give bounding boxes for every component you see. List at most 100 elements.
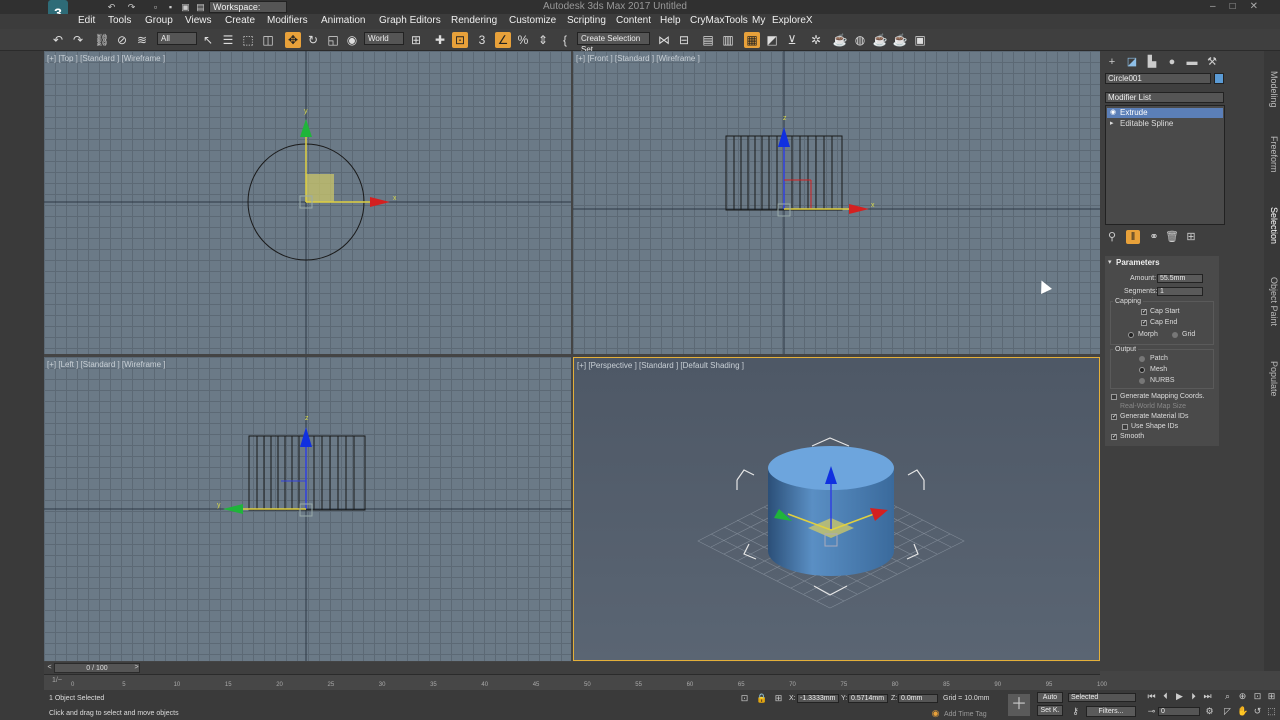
percent-snap-icon[interactable]: % [515,32,531,48]
menu-my[interactable]: My [752,15,765,26]
display-tab-icon[interactable]: ▬ [1185,55,1199,69]
y-coord-field[interactable]: 0.5714mm [848,694,888,703]
menu-modifiers[interactable]: Modifiers [267,15,308,26]
segments-spinner[interactable]: 1 [1157,287,1203,296]
reference-coord-dropdown[interactable]: World [364,32,404,45]
object-color-swatch[interactable] [1214,73,1224,84]
tab-object-paint[interactable]: Object Paint [1265,277,1279,326]
bind-space-warp-icon[interactable]: ≋ [134,32,150,48]
key-icon[interactable]: ⚷ [1070,706,1081,717]
stack-item-extrude[interactable]: ◉ Extrude [1107,108,1223,118]
curve-editor-icon[interactable]: ◩ [764,32,780,48]
morph-radio[interactable] [1128,332,1134,338]
stack-item-editable-spline[interactable]: ▸ Editable Spline [1107,119,1223,129]
angle-snap-icon[interactable]: ∠ [495,32,511,48]
redo-icon[interactable]: ↷ [70,32,86,48]
time-tag-icon[interactable]: ◉ [930,708,941,719]
mesh-radio[interactable] [1139,367,1145,373]
time-slider[interactable]: < 0 / 100 > [44,662,1100,674]
use-shape-ids-checkbox[interactable] [1122,424,1128,430]
layer-explorer-icon[interactable]: ▥ [720,32,736,48]
isolate-selection-icon[interactable]: ⊡ [739,693,750,704]
undo-icon[interactable]: ↶ [50,32,66,48]
rotate-icon[interactable]: ↻ [305,32,321,48]
rect-region-icon[interactable]: ⬚ [240,32,256,48]
auto-key-button[interactable]: Auto [1037,692,1063,703]
align-icon[interactable]: ⊟ [676,32,692,48]
open-file-icon[interactable]: ▪ [165,2,176,12]
motion-tab-icon[interactable]: ● [1165,55,1179,69]
key-mode-toggle-icon[interactable]: ⊸ [1146,706,1157,717]
tab-freeform[interactable]: Freeform [1265,136,1279,173]
orbit-icon[interactable]: ↺ [1252,706,1263,717]
x-coord-field[interactable]: -1.3333mm [797,694,839,703]
unlink-icon[interactable]: ⊘ [114,32,130,48]
named-selection-dropdown[interactable]: Create Selection Set [577,32,650,54]
menu-graph-editors[interactable]: Graph Editors [379,15,441,26]
time-slider-thumb[interactable]: 0 / 100 [54,663,140,673]
key-mode-dropdown[interactable]: Selected [1068,693,1136,702]
zoom-extents-all-icon[interactable]: ⊞ [1266,691,1277,702]
menu-help[interactable]: Help [660,15,681,26]
remove-modifier-icon[interactable]: 🗑 [1165,230,1179,244]
zoom-all-icon[interactable]: ⊕ [1237,691,1248,702]
menu-customize[interactable]: Customize [509,15,556,26]
maxscript-listener-label[interactable]: 1/~ [52,677,62,684]
utilities-tab-icon[interactable]: ⚒ [1205,55,1219,69]
select-manipulate-icon[interactable]: ✚ [432,32,448,48]
material-editor-icon[interactable]: ✲ [808,32,824,48]
nurbs-radio[interactable] [1139,378,1145,384]
mirror-icon[interactable]: ⋈ [656,32,672,48]
modifier-list-dropdown[interactable]: Modifier List [1105,92,1224,103]
pan-icon[interactable]: ✋ [1237,706,1248,717]
goto-end-icon[interactable]: ⏭ [1202,691,1213,702]
show-end-result-icon[interactable]: ‖ [1126,230,1140,244]
next-frame-icon[interactable]: ⏵ [1188,691,1199,702]
new-file-icon[interactable]: ▫ [150,2,161,12]
menu-rendering[interactable]: Rendering [451,15,497,26]
menu-create[interactable]: Create [225,15,255,26]
tab-populate[interactable]: Populate [1265,361,1279,397]
scene-explorer-icon[interactable]: ▤ [700,32,716,48]
menu-animation[interactable]: Animation [321,15,365,26]
selection-filter-dropdown[interactable]: All [157,32,197,45]
render-in-cloud-icon[interactable]: ▣ [912,32,928,48]
hierarchy-tab-icon[interactable]: ▙ [1145,55,1159,69]
gen-mapping-checkbox[interactable] [1111,394,1117,400]
timeline-ruler[interactable]: 0 5 10 15 20 25 30 35 40 45 50 55 60 65 70 75 80 85 90 95 10… [44,674,1107,690]
cap-start-checkbox[interactable]: ✓ [1141,309,1147,315]
undo-icon[interactable]: ↶ [106,2,117,12]
selection-lock-icon[interactable]: 🔒 [756,693,767,704]
project-folder-icon[interactable]: ▤ [195,2,206,12]
time-config-icon[interactable]: ⚙ [1204,706,1215,717]
amount-spinner[interactable]: 55.5mm [1157,274,1203,283]
object-name-field[interactable]: Circle001 [1105,73,1211,84]
modify-tab-icon[interactable]: ◪ [1125,55,1139,69]
tab-selection[interactable]: Selection [1265,207,1279,244]
save-file-icon[interactable]: ▣ [180,2,191,12]
window-crossing-icon[interactable]: ◫ [260,32,276,48]
keyboard-shortcut-icon[interactable]: ⊡ [452,32,468,48]
patch-radio[interactable] [1139,356,1145,362]
expand-arrow-icon[interactable]: ▸ [1110,119,1114,129]
menu-edit[interactable]: Edit [78,15,95,26]
time-next-arrow-icon[interactable]: > [131,662,142,673]
create-tab-icon[interactable]: + [1105,55,1119,69]
cap-end-checkbox[interactable]: ✓ [1141,320,1147,326]
schematic-view-icon[interactable]: ⊻ [784,32,800,48]
render-production-icon[interactable]: ☕ [872,32,888,48]
gen-material-ids-checkbox[interactable]: ✓ [1111,414,1117,420]
pivot-center-icon[interactable]: ⊞ [408,32,424,48]
place-icon[interactable]: ◉ [344,32,360,48]
redo-icon[interactable]: ↷ [126,2,137,12]
current-frame-field[interactable]: 0 [1158,707,1200,716]
set-key-big-icon[interactable]: ＋ [1008,694,1030,716]
render-iterative-icon[interactable]: ☕ [892,32,908,48]
viewport-left[interactable]: [+] [Left ] [Standard ] [Wireframe ] z y [44,357,571,661]
pin-stack-icon[interactable]: ⚲ [1105,230,1119,244]
viewport-perspective[interactable]: [+] [Perspective ] [Standard ] [Default … [573,357,1100,661]
zoom-icon[interactable]: ⌕ [1222,691,1233,702]
configure-modifier-sets-icon[interactable]: ⊞ [1184,230,1198,244]
prev-frame-icon[interactable]: ⏴ [1160,691,1171,702]
field-of-view-icon[interactable]: ◸ [1222,706,1233,717]
